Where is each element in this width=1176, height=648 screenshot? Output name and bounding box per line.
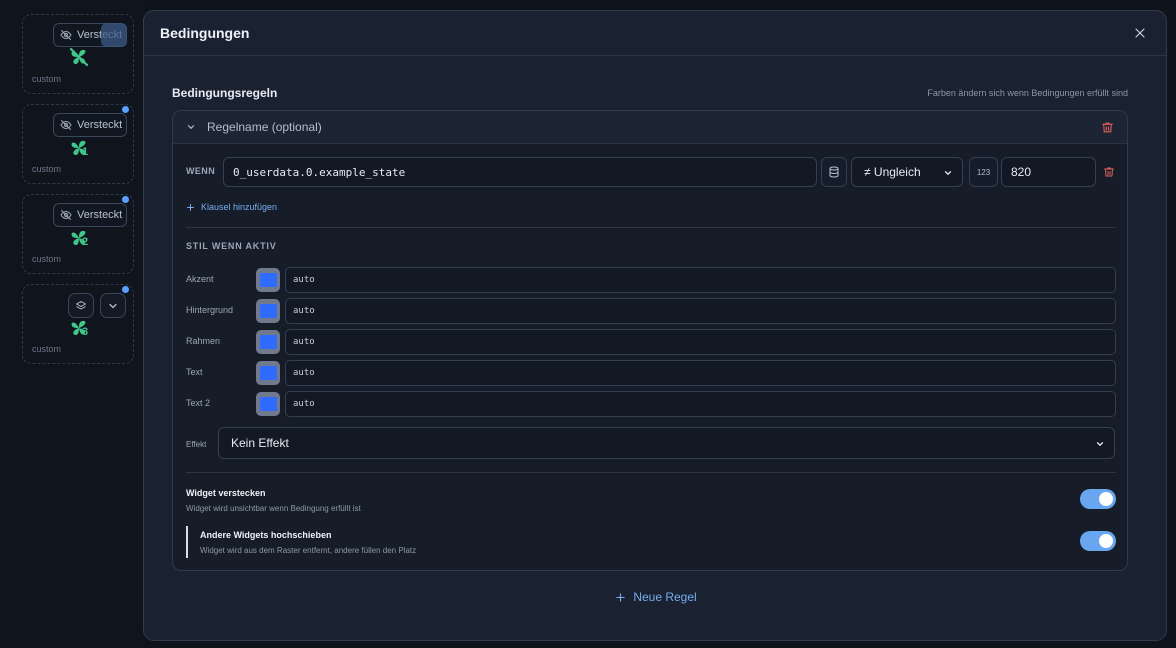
nested-indicator bbox=[186, 526, 188, 558]
badge-highlight bbox=[101, 23, 127, 47]
status-dot bbox=[122, 196, 129, 203]
new-rule-button[interactable]: Neue Regel bbox=[144, 590, 1166, 604]
value-type-button[interactable]: 123 bbox=[969, 157, 998, 187]
close-button[interactable] bbox=[1132, 25, 1148, 41]
hide-widget-setting: Widget verstecken Widget wird unsichtbar… bbox=[186, 488, 1116, 513]
color-swatch[interactable] bbox=[256, 268, 280, 292]
fan-index: 2 bbox=[82, 236, 89, 248]
widget-card[interactable]: 3 custom bbox=[22, 284, 134, 364]
fan-index: 3 bbox=[82, 326, 89, 338]
widget-type-label: custom bbox=[32, 254, 62, 264]
style-section-title: STIL WENN AKTIV bbox=[186, 241, 277, 251]
status-dot bbox=[122, 106, 129, 113]
eye-off-icon bbox=[60, 30, 72, 40]
widget-card[interactable]: Versteckt custom bbox=[22, 14, 134, 94]
widget-type-label: custom bbox=[32, 344, 62, 354]
style-row-accent: Akzent bbox=[186, 267, 1116, 293]
style-label: Text bbox=[186, 367, 203, 377]
database-icon bbox=[829, 166, 839, 178]
style-row-border: Rahmen bbox=[186, 329, 1116, 355]
style-label: Hintergrund bbox=[186, 305, 234, 315]
eye-off-icon bbox=[60, 120, 72, 130]
setting-title: Andere Widgets hochschieben bbox=[200, 530, 332, 540]
divider bbox=[186, 472, 1116, 473]
chevron-down-icon bbox=[109, 303, 117, 308]
section-title: Bedingungsregeln bbox=[172, 86, 278, 100]
hidden-badge: Versteckt bbox=[53, 203, 127, 227]
widget-card[interactable]: 1 Versteckt custom bbox=[22, 104, 134, 184]
widget-card[interactable]: 2 Versteckt custom bbox=[22, 194, 134, 274]
plus-icon bbox=[187, 203, 194, 211]
style-label: Akzent bbox=[186, 274, 214, 284]
push-up-setting: Andere Widgets hochschieben Widget wird … bbox=[200, 530, 1116, 555]
layers-icon bbox=[76, 300, 86, 309]
rule-name-input[interactable]: Regelname (optional) bbox=[207, 120, 322, 134]
state-picker-button[interactable] bbox=[821, 157, 847, 187]
add-clause-button[interactable]: Klausel hinzufügen bbox=[186, 202, 277, 212]
setting-desc: Widget wird unsichtbar wenn Bedingung er… bbox=[186, 504, 361, 513]
color-input[interactable] bbox=[285, 267, 1116, 293]
condition-row: WENN ≠ Ungleich 123 bbox=[186, 157, 1116, 187]
setting-desc: Widget wird aus dem Raster entfernt, and… bbox=[200, 546, 417, 555]
style-row-background: Hintergrund bbox=[186, 298, 1116, 324]
widget-type-label: custom bbox=[32, 74, 62, 84]
effect-select[interactable]: Kein Effekt bbox=[218, 427, 1115, 459]
color-input[interactable] bbox=[285, 360, 1116, 386]
widget-type-label: custom bbox=[32, 164, 62, 174]
color-swatch[interactable] bbox=[256, 330, 280, 354]
color-swatch[interactable] bbox=[256, 299, 280, 323]
style-label: Text 2 bbox=[186, 398, 211, 408]
hidden-badge: Versteckt bbox=[53, 113, 127, 137]
color-input[interactable] bbox=[285, 298, 1116, 324]
trash-icon[interactable] bbox=[1103, 166, 1115, 178]
color-input[interactable] bbox=[285, 329, 1116, 355]
divider bbox=[186, 227, 1116, 228]
setting-title: Widget verstecken bbox=[186, 488, 266, 498]
color-input[interactable] bbox=[285, 391, 1116, 417]
section-hint: Farben ändern sich wenn Bedingungen erfü… bbox=[927, 88, 1128, 98]
chevron-down-icon bbox=[944, 171, 952, 176]
style-row-text: Text bbox=[186, 360, 1116, 386]
hidden-badge-label: Versteckt bbox=[77, 209, 123, 221]
fan-off-icon bbox=[69, 47, 89, 67]
hidden-badge-label: Versteckt bbox=[77, 119, 123, 131]
chevron-down-icon bbox=[1096, 442, 1104, 447]
widget-column: Versteckt custom 1 Versteckt custom 2 Ve… bbox=[0, 0, 144, 648]
eye-off-icon bbox=[60, 210, 72, 220]
close-icon bbox=[1135, 28, 1145, 38]
fan-index: 1 bbox=[82, 146, 89, 158]
trash-icon[interactable] bbox=[1101, 121, 1114, 134]
plus-icon bbox=[616, 592, 626, 602]
expand-button[interactable] bbox=[100, 293, 126, 318]
dialog-header: Bedingungen bbox=[144, 11, 1166, 56]
value-type-label: 123 bbox=[976, 167, 991, 177]
operator-value: ≠ Ungleich bbox=[864, 165, 921, 179]
color-swatch[interactable] bbox=[256, 392, 280, 416]
chevron-down-icon[interactable] bbox=[186, 122, 196, 132]
rule-card: Regelname (optional) WENN ≠ Ungleich 123… bbox=[172, 110, 1128, 571]
conditions-dialog: Bedingungen Bedingungsregeln Farben ände… bbox=[143, 10, 1167, 641]
new-rule-label: Neue Regel bbox=[633, 590, 697, 604]
layers-button[interactable] bbox=[68, 293, 94, 318]
hide-widget-toggle[interactable] bbox=[1080, 489, 1116, 509]
dialog-title: Bedingungen bbox=[160, 25, 250, 41]
push-up-toggle[interactable] bbox=[1080, 531, 1116, 551]
rule-header[interactable]: Regelname (optional) bbox=[173, 111, 1127, 144]
effect-value: Kein Effekt bbox=[231, 436, 289, 450]
effect-label: Effekt bbox=[186, 440, 207, 449]
status-dot bbox=[122, 286, 129, 293]
compare-value-input[interactable] bbox=[1001, 157, 1096, 187]
when-label: WENN bbox=[186, 166, 216, 176]
style-label: Rahmen bbox=[186, 336, 221, 346]
add-clause-label: Klausel hinzufügen bbox=[201, 202, 278, 212]
state-id-input[interactable] bbox=[223, 157, 817, 187]
color-swatch[interactable] bbox=[256, 361, 280, 385]
style-row-text2: Text 2 bbox=[186, 391, 1116, 417]
operator-select[interactable]: ≠ Ungleich bbox=[851, 157, 963, 187]
